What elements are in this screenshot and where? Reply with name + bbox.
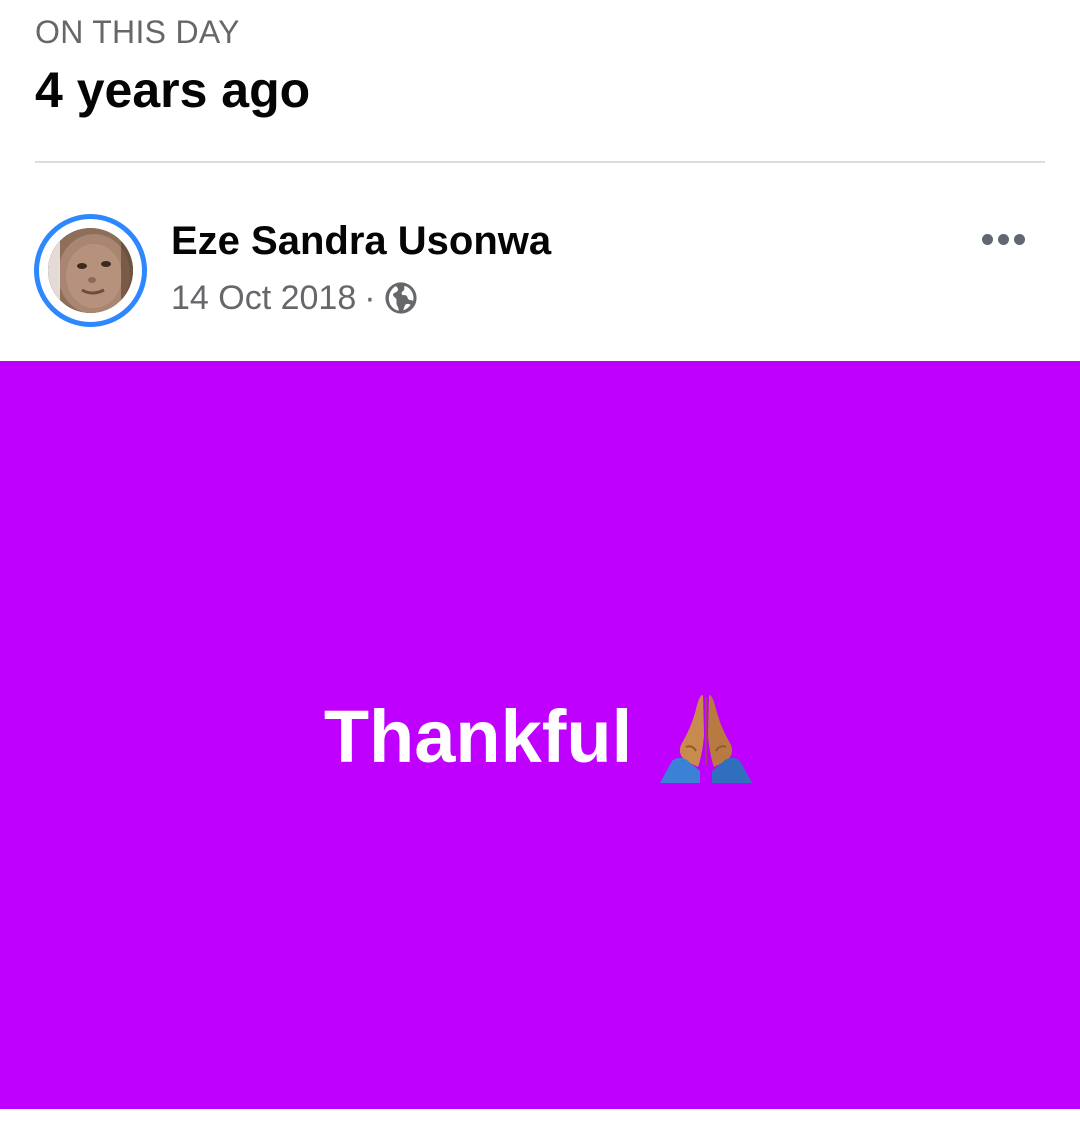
post-body: Thankful [0,361,1080,1109]
post-meta: 14 Oct 2018 · [171,276,418,320]
folded-hands-icon [660,695,753,783]
post-header: Eze Sandra Usonwa 14 Oct 2018 · [34,214,1046,328]
post-content: Thankful [324,687,756,787]
memory-title: 4 years ago [35,62,311,118]
more-options-button[interactable] [976,222,1030,256]
avatar[interactable] [34,214,147,327]
avatar-photo [48,228,133,313]
globe-icon[interactable] [384,281,418,315]
post-text: Thankful [323,695,633,778]
divider [35,161,1045,163]
memory-label: ON THIS DAY [35,14,240,50]
more-options-icon [981,233,1025,245]
memory-header: ON THIS DAY 4 years ago [35,12,1045,120]
author-name[interactable]: Eze Sandra Usonwa [171,217,551,265]
avatar-face-icon [48,228,133,313]
meta-separator: · [364,278,376,317]
post-date[interactable]: 14 Oct 2018 [171,279,356,318]
